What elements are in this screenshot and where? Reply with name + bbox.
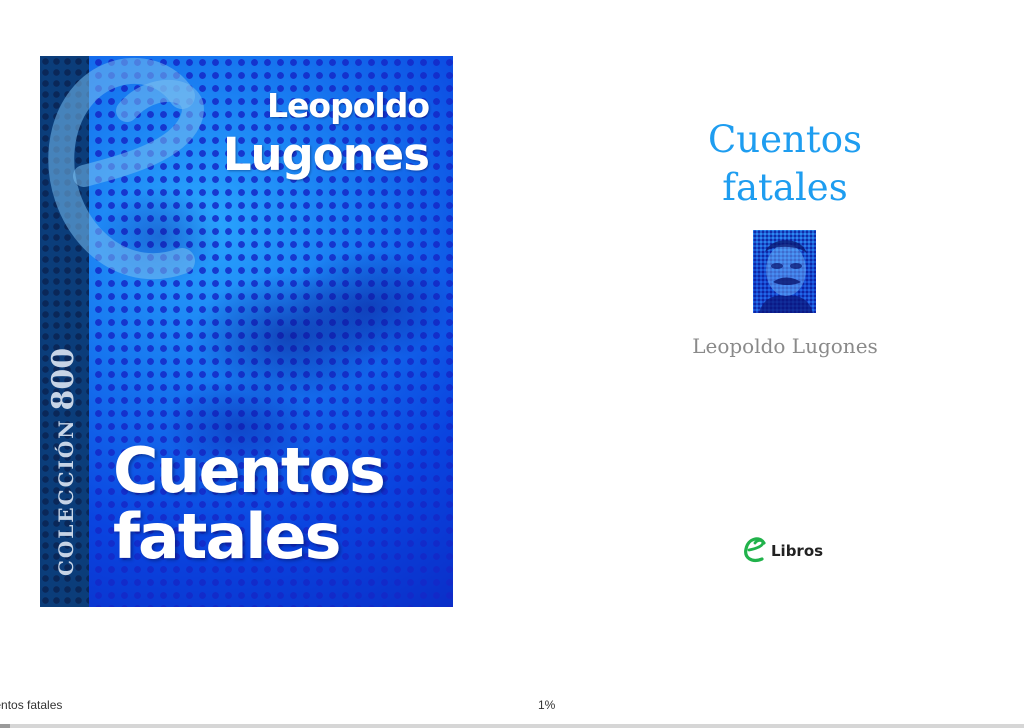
reading-progress-bar[interactable] [0, 724, 1024, 728]
reading-progress-fill [0, 724, 11, 728]
title-page-heading-line-2: fatales [722, 166, 848, 209]
ebook-reader: COLECCIÓN 800 Leopoldo Lugones Cuentos fa… [0, 0, 1024, 728]
title-page-heading-line-1: Cuentos [708, 118, 862, 161]
elibros-logo-watermark-icon [48, 58, 204, 280]
title-page: Cuentos fatales Leopoldo Lugones Libros [560, 56, 1010, 607]
cover-title: Cuentos fatales [113, 434, 386, 573]
title-page-author: Leopoldo Lugones [692, 334, 878, 358]
book-cover-image: COLECCIÓN 800 Leopoldo Lugones Cuentos fa… [40, 56, 453, 607]
title-page-heading: Cuentos fatales [560, 116, 1010, 212]
cover-series-number: 800 [46, 347, 81, 411]
status-progress-percent: 1% [538, 698, 556, 712]
publisher-logo: Libros [742, 534, 823, 564]
cover-series-label: COLECCIÓN 800 [42, 336, 86, 576]
cover-series-name: COLECCIÓN [54, 418, 78, 576]
status-chapter-text: Cuentos fatales [0, 698, 63, 712]
cover-title-line-2: fatales [113, 500, 341, 573]
elibros-e-icon [744, 537, 766, 562]
cover-author-first-name: Leopoldo [267, 86, 430, 125]
status-chapter-title: Cuentos fatales [0, 698, 200, 712]
author-portrait-image [753, 230, 816, 313]
cover-title-line-1: Cuentos [113, 434, 386, 507]
publisher-name: Libros [771, 542, 824, 560]
cover-author-last-name: Lugones [222, 128, 430, 181]
